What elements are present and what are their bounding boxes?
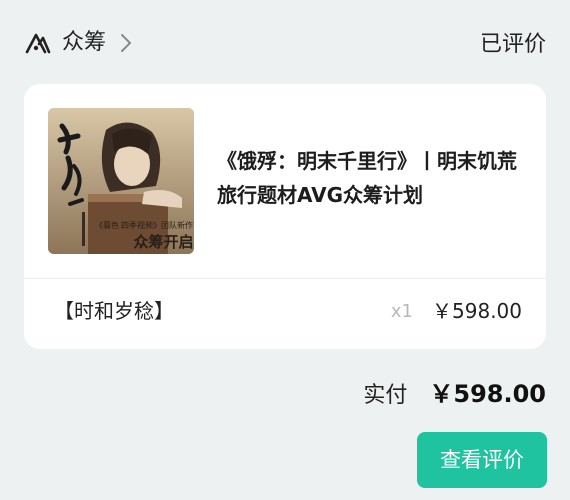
item-price: ￥598.00 bbox=[432, 299, 522, 323]
reward-tier-name: 【时和岁稔】 bbox=[54, 299, 174, 323]
view-review-button[interactable]: 查看评价 bbox=[417, 432, 547, 488]
cover-artwork: 《暮色 四季视频》团队新作 众筹开启! bbox=[48, 108, 194, 254]
crowdfunding-logo-icon bbox=[25, 33, 51, 54]
total-amount: ￥598.00 bbox=[429, 380, 546, 408]
order-status: 已评价 bbox=[479, 32, 546, 57]
product-title[interactable]: 《饿殍：明末千里行》丨明末饥荒旅行题材AVG众筹计划 bbox=[217, 144, 529, 212]
platform-name: 众筹 bbox=[62, 30, 107, 55]
product-row[interactable]: 《暮色 四季视频》团队新作 众筹开启! 《饿殍：明末千里行》丨明末饥荒旅行题材A… bbox=[24, 84, 546, 279]
total-label: 实付 bbox=[363, 383, 408, 408]
order-card[interactable]: 《暮色 四季视频》团队新作 众筹开启! 《饿殍：明末千里行》丨明末饥荒旅行题材A… bbox=[24, 84, 546, 349]
sku-row: 【时和岁稔】 x1 ￥598.00 bbox=[24, 279, 546, 349]
product-cover-image[interactable]: 《暮色 四季视频》团队新作 众筹开启! bbox=[48, 108, 194, 254]
quantity: x1 bbox=[390, 301, 413, 322]
total-payment: 实付 ￥598.00 bbox=[363, 374, 546, 409]
order-header: 众筹 已评价 bbox=[0, 0, 570, 90]
platform-link[interactable]: 众筹 bbox=[24, 27, 132, 59]
svg-text:众筹开启!: 众筹开启! bbox=[134, 233, 195, 251]
svg-text:《暮色 四季视频》团队新作: 《暮色 四季视频》团队新作 bbox=[95, 220, 193, 230]
chevron-right-icon bbox=[121, 34, 132, 52]
